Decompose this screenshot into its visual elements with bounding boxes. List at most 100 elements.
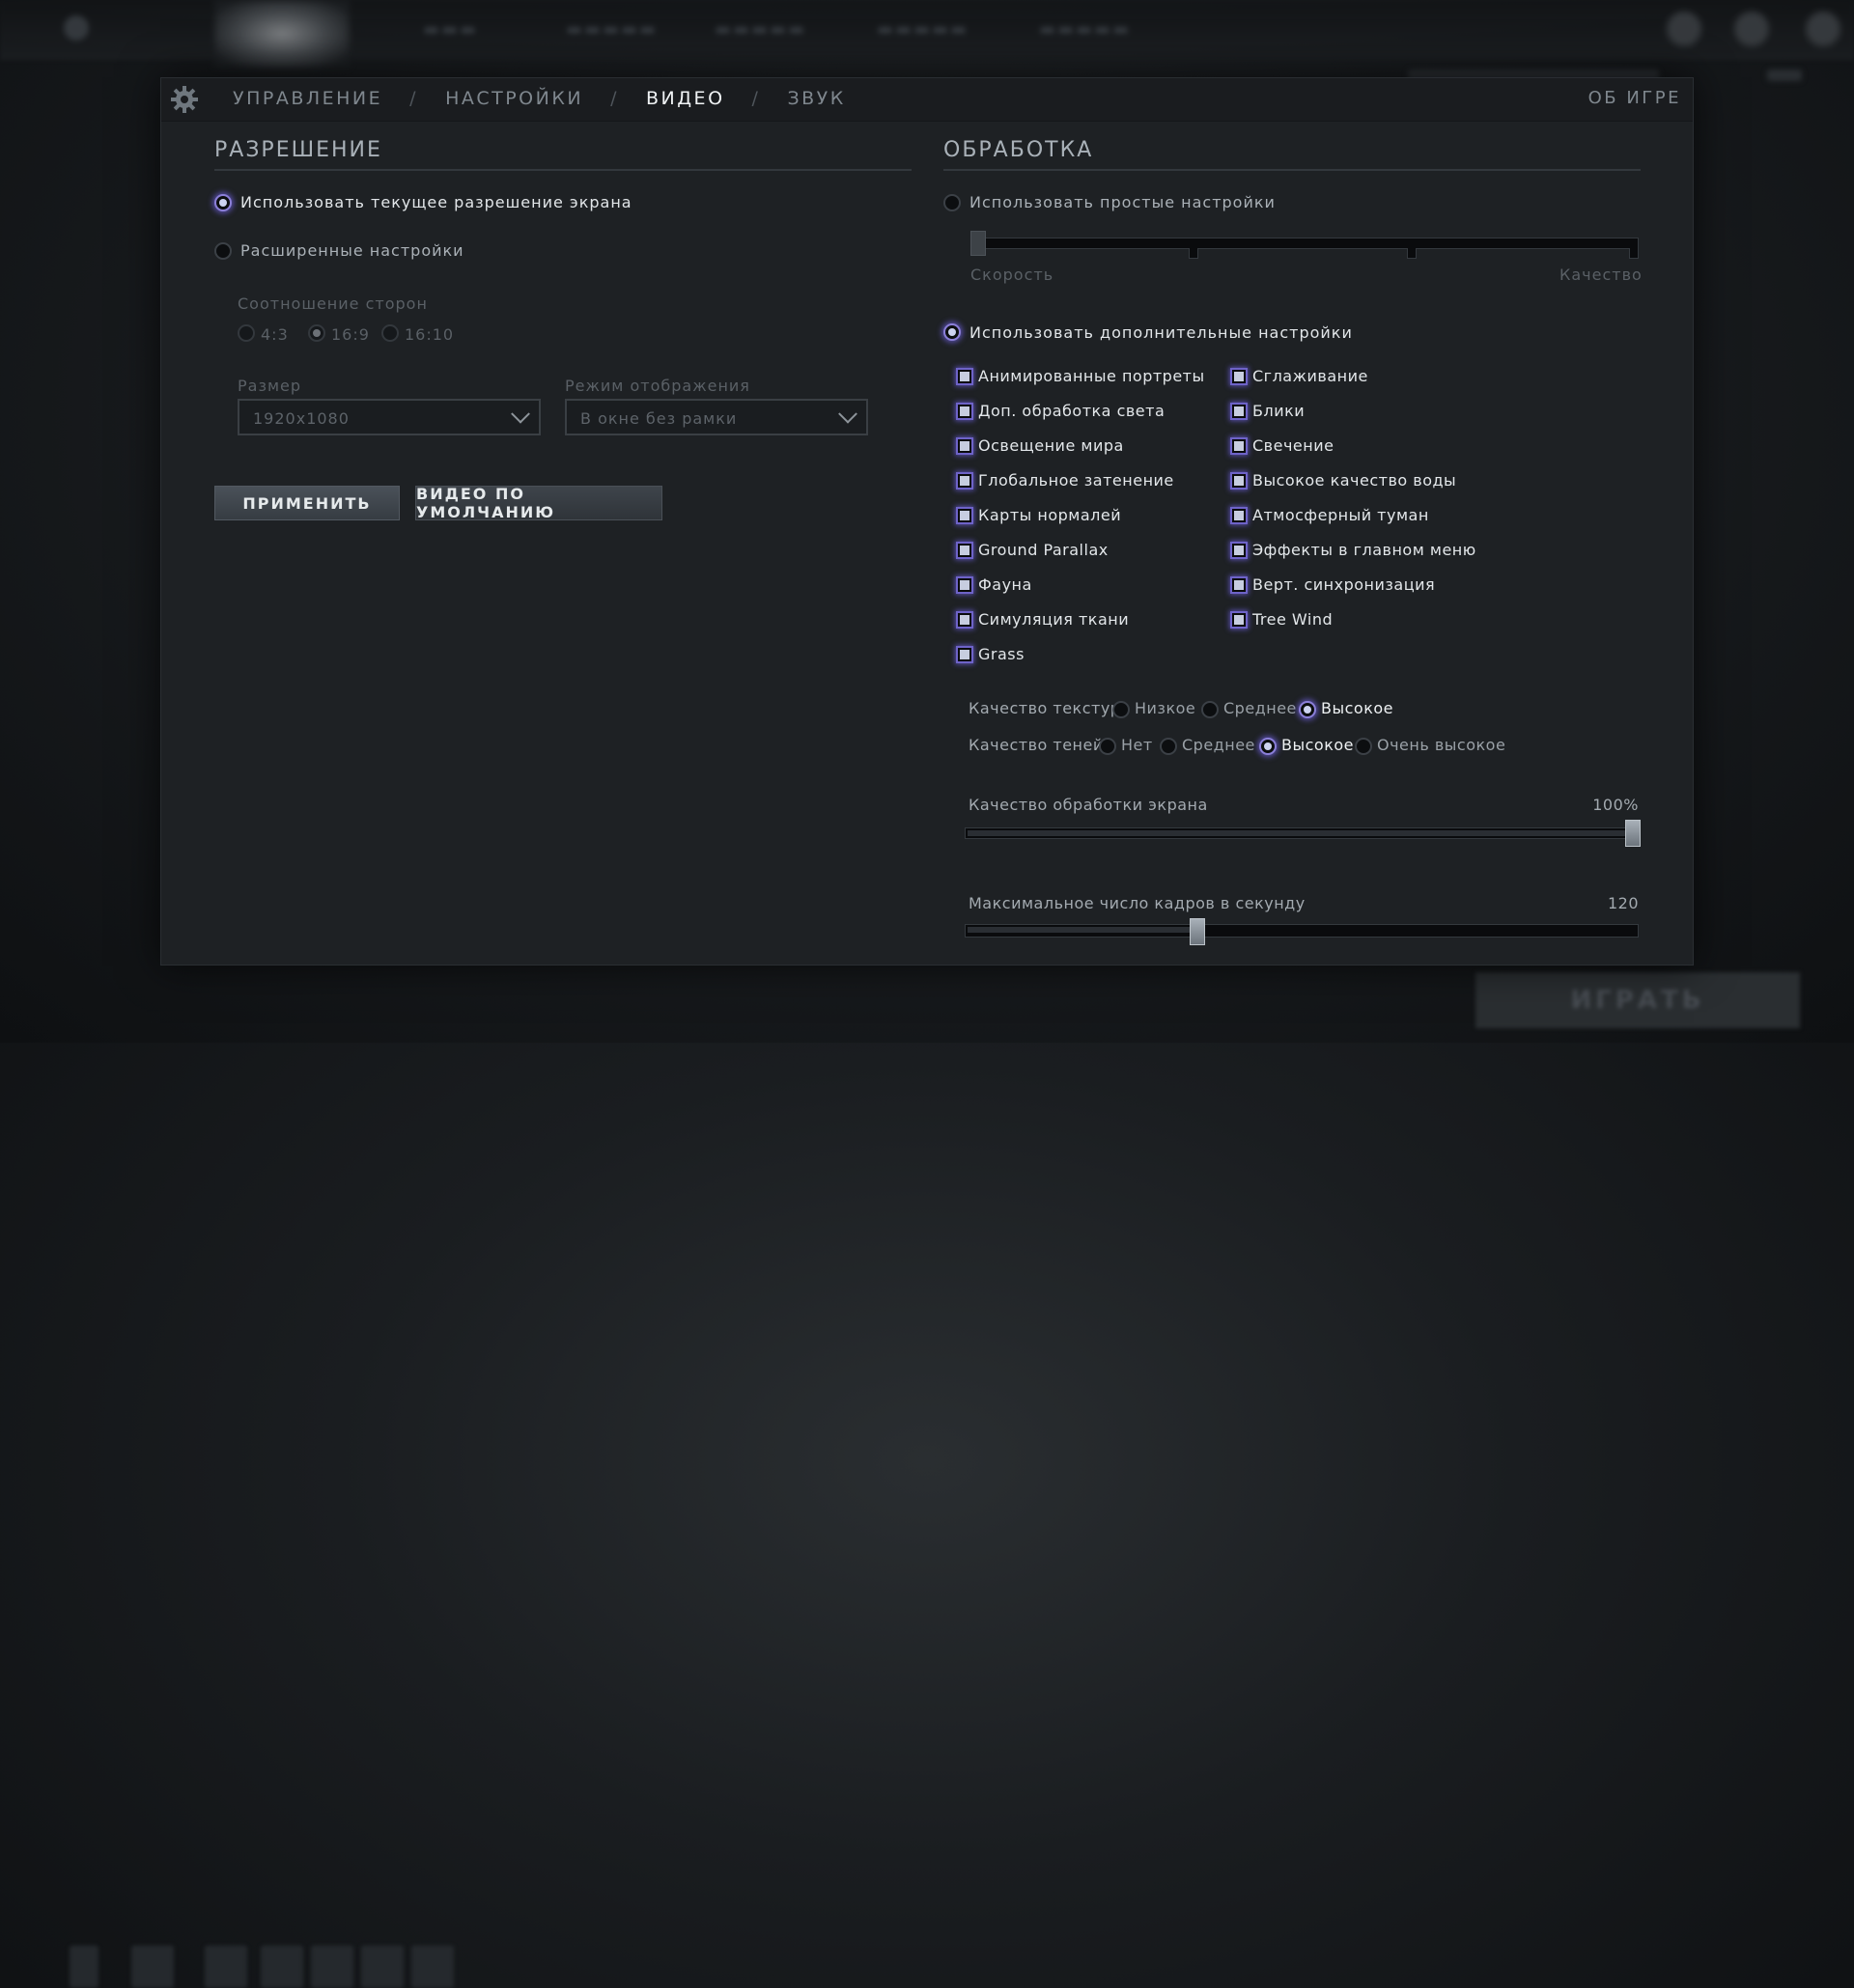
fps-thumb[interactable] xyxy=(1189,918,1205,945)
fps-label: Максимальное число кадров в секунду xyxy=(969,894,1306,912)
grass-checkbox[interactable] xyxy=(956,646,973,663)
about-game-link[interactable]: ОБ ИГРЕ xyxy=(1588,88,1681,108)
background-settings-icon xyxy=(64,15,89,41)
background-slot xyxy=(70,1946,98,1988)
fauna-label[interactable]: Фауна xyxy=(978,575,1032,594)
tab-video[interactable]: ВИДЕО xyxy=(646,88,725,109)
ambient-occlusion-checkbox[interactable] xyxy=(956,472,973,490)
slider-fill xyxy=(968,830,1638,836)
use-current-resolution-radio[interactable] xyxy=(214,194,232,211)
aspect-4-3-label[interactable]: 4:3 xyxy=(261,325,289,344)
texture-high-label[interactable]: Высокое xyxy=(1321,699,1393,717)
tab-settings[interactable]: НАСТРОЙКИ xyxy=(445,88,583,109)
game-logo xyxy=(214,0,350,68)
main-menu-effects-checkbox[interactable] xyxy=(1230,542,1248,559)
vsync-label[interactable]: Верт. синхронизация xyxy=(1252,575,1435,594)
shadow-medium-label[interactable]: Среднее xyxy=(1182,736,1255,754)
texture-medium-radio[interactable] xyxy=(1201,701,1219,718)
size-select[interactable]: 1920x1080 xyxy=(238,399,541,435)
apply-button[interactable]: ПРИМЕНИТЬ xyxy=(214,486,400,520)
tab-controls[interactable]: УПРАВЛЕНИЕ xyxy=(233,88,382,109)
animated-portraits-checkbox[interactable] xyxy=(956,368,973,385)
aspect-16-9-label[interactable]: 16:9 xyxy=(331,325,370,344)
shadow-none-label[interactable]: Нет xyxy=(1121,736,1153,754)
texture-high-radio[interactable] xyxy=(1299,701,1316,718)
specular-label[interactable]: Блики xyxy=(1252,402,1305,420)
use-simple-settings-radio[interactable] xyxy=(943,194,961,211)
ground-parallax-label[interactable]: Ground Parallax xyxy=(978,541,1109,559)
background-nav-item: ▬▬▬▬▬ xyxy=(566,19,659,40)
fps-value: 120 xyxy=(1607,894,1639,912)
antialiasing-label[interactable]: Сглаживание xyxy=(1252,367,1368,385)
normal-maps-label[interactable]: Карты нормалей xyxy=(978,506,1121,524)
simple-quality-thumb[interactable] xyxy=(970,231,986,256)
tab-sound[interactable]: ЗВУК xyxy=(787,88,845,109)
ambient-occlusion-label[interactable]: Глобальное затенение xyxy=(978,471,1174,490)
bloom-label[interactable]: Свечение xyxy=(1252,436,1334,455)
gear-icon[interactable] xyxy=(169,84,200,115)
texture-medium-label[interactable]: Среднее xyxy=(1223,699,1297,717)
background-slot xyxy=(205,1946,247,1988)
breadcrumb-separator: / xyxy=(610,88,619,109)
simple-quality-track[interactable] xyxy=(970,238,1639,249)
play-button[interactable]: ИГРАТЬ xyxy=(1475,972,1800,1028)
chevron-down-icon xyxy=(838,404,857,424)
atmospheric-fog-checkbox[interactable] xyxy=(1230,507,1248,524)
display-mode-select[interactable]: В окне без рамки xyxy=(565,399,868,435)
chevron-down-icon xyxy=(511,404,530,424)
cloth-simulation-checkbox[interactable] xyxy=(956,611,973,629)
high-quality-water-label[interactable]: Высокое качество воды xyxy=(1252,471,1456,490)
world-lighting-label[interactable]: Освещение мира xyxy=(978,436,1124,455)
use-advanced-settings-label[interactable]: Использовать дополнительные настройки xyxy=(969,323,1353,342)
tree-wind-checkbox[interactable] xyxy=(1230,611,1248,629)
use-current-resolution-label[interactable]: Использовать текущее разрешение экрана xyxy=(240,193,632,211)
grass-label[interactable]: Grass xyxy=(978,645,1025,663)
aspect-4-3-radio[interactable] xyxy=(238,324,255,342)
normal-maps-checkbox[interactable] xyxy=(956,507,973,524)
screen-quality-label: Качество обработки экрана xyxy=(969,796,1208,814)
antialiasing-checkbox[interactable] xyxy=(1230,368,1248,385)
shadow-high-radio[interactable] xyxy=(1259,738,1277,755)
background-slot xyxy=(311,1946,353,1988)
shadow-very-high-radio[interactable] xyxy=(1355,738,1372,755)
bloom-checkbox[interactable] xyxy=(1230,437,1248,455)
background-slot xyxy=(261,1946,303,1988)
texture-low-label[interactable]: Низкое xyxy=(1135,699,1195,717)
world-lighting-checkbox[interactable] xyxy=(956,437,973,455)
aspect-16-10-radio[interactable] xyxy=(381,324,399,342)
animated-portraits-label[interactable]: Анимированные портреты xyxy=(978,367,1205,385)
fps-slider[interactable] xyxy=(965,924,1639,938)
tree-wind-label[interactable]: Tree Wind xyxy=(1252,610,1333,629)
specular-checkbox[interactable] xyxy=(1230,403,1248,420)
screen-quality-thumb[interactable] xyxy=(1625,820,1641,847)
atmospheric-fog-label[interactable]: Атмосферный туман xyxy=(1252,506,1429,524)
aspect-ratio-label: Соотношение сторон xyxy=(238,294,428,313)
divider xyxy=(943,169,1641,171)
screen-quality-slider[interactable] xyxy=(965,827,1639,839)
shadow-medium-radio[interactable] xyxy=(1160,738,1177,755)
slider-notch xyxy=(1407,248,1417,259)
use-simple-settings-label[interactable]: Использовать простые настройки xyxy=(969,193,1276,211)
fauna-checkbox[interactable] xyxy=(956,576,973,594)
aspect-16-10-label[interactable]: 16:10 xyxy=(405,325,454,344)
cloth-simulation-label[interactable]: Симуляция ткани xyxy=(978,610,1129,629)
speed-label: Скорость xyxy=(970,266,1054,284)
additional-lighting-label[interactable]: Доп. обработка света xyxy=(978,402,1165,420)
background-status xyxy=(1767,70,1802,81)
additional-lighting-checkbox[interactable] xyxy=(956,403,973,420)
shadow-high-label[interactable]: Высокое xyxy=(1281,736,1354,754)
main-menu-effects-label[interactable]: Эффекты в главном меню xyxy=(1252,541,1476,559)
high-quality-water-checkbox[interactable] xyxy=(1230,472,1248,490)
shadow-quality-label: Качество теней xyxy=(969,736,1104,754)
advanced-resolution-radio[interactable] xyxy=(214,242,232,260)
ground-parallax-checkbox[interactable] xyxy=(956,542,973,559)
default-video-button[interactable]: ВИДЕО ПО УМОЛЧАНИЮ xyxy=(415,485,662,521)
aspect-16-9-radio[interactable] xyxy=(308,324,325,342)
advanced-resolution-label[interactable]: Расширенные настройки xyxy=(240,241,464,260)
vsync-checkbox[interactable] xyxy=(1230,576,1248,594)
texture-low-radio[interactable] xyxy=(1112,701,1130,718)
shadow-none-radio[interactable] xyxy=(1099,738,1116,755)
shadow-very-high-label[interactable]: Очень высокое xyxy=(1377,736,1505,754)
display-mode-value: В окне без рамки xyxy=(580,409,738,428)
use-advanced-settings-radio[interactable] xyxy=(943,323,961,341)
